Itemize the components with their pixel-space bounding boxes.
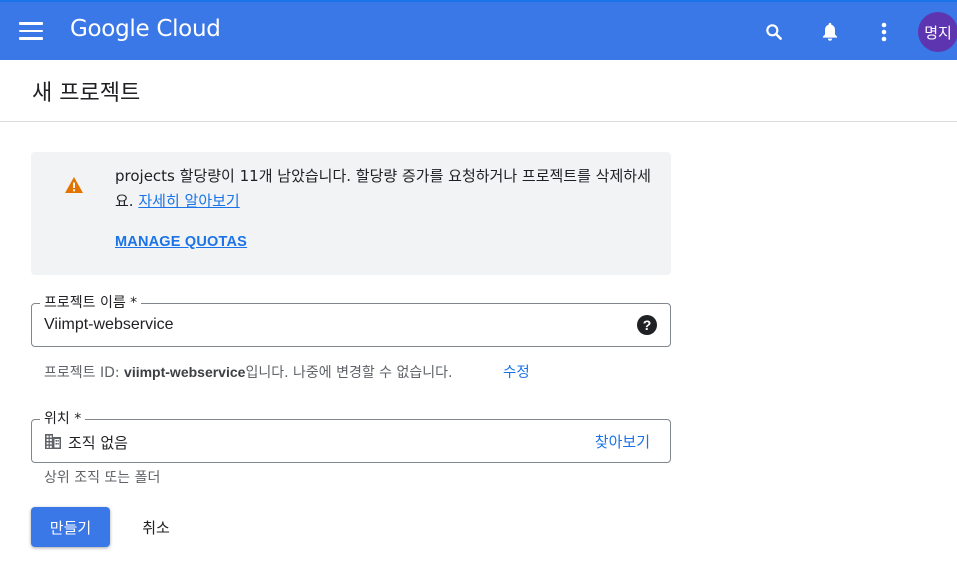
page-title: 새 프로젝트 xyxy=(32,81,141,106)
learn-more-link[interactable]: 자세히 알아보기 xyxy=(138,192,239,210)
menu-icon[interactable] xyxy=(19,22,43,40)
edit-project-id-link[interactable]: 수정 xyxy=(503,361,530,382)
search-icon[interactable] xyxy=(762,20,786,44)
project-name-input[interactable]: Viimpt-webservice xyxy=(44,316,174,334)
cancel-button[interactable]: 취소 xyxy=(126,507,186,547)
project-id-value: viimpt-webservice xyxy=(124,364,246,380)
page-header: 새 프로젝트 xyxy=(0,60,957,122)
location-label: 위치 * xyxy=(40,409,86,429)
project-name-label: 프로젝트 이름 * xyxy=(40,293,142,313)
quota-notice: projects 할당량이 11개 남았습니다. 할당량 증가를 요청하거나 프… xyxy=(31,152,671,275)
location-hint: 상위 조직 또는 폴더 xyxy=(44,470,161,486)
notifications-bell-icon[interactable] xyxy=(818,20,842,44)
project-id-prefix: 프로젝트 ID: xyxy=(44,365,125,381)
quota-notice-message: projects 할당량이 11개 남았습니다. 할당량 증가를 요청하거나 프… xyxy=(115,164,655,214)
building-icon xyxy=(45,434,61,449)
google-cloud-logo[interactable]: Google Cloud xyxy=(70,16,221,42)
account-avatar[interactable]: 명지 xyxy=(918,12,957,52)
browse-button[interactable]: 찾아보기 xyxy=(595,431,650,452)
top-app-bar: Google Cloud 명지 xyxy=(0,0,957,60)
more-options-icon[interactable] xyxy=(872,20,896,44)
location-value: 조직 없음 xyxy=(68,434,128,452)
help-icon[interactable]: ? xyxy=(637,315,657,335)
project-id-suffix: 입니다. 나중에 변경할 수 없습니다. xyxy=(245,365,453,381)
create-button[interactable]: 만들기 xyxy=(31,507,110,547)
warning-icon xyxy=(65,177,83,193)
location-field[interactable]: 위치 * 조직 없음 찾아보기 xyxy=(31,409,671,463)
project-name-field[interactable]: 프로젝트 이름 * Viimpt-webservice ? xyxy=(31,293,671,347)
project-id-hint: 프로젝트 ID: viimpt-webservice입니다. 나중에 변경할 수… xyxy=(44,362,452,382)
manage-quotas-link[interactable]: MANAGE QUOTAS xyxy=(115,234,247,250)
